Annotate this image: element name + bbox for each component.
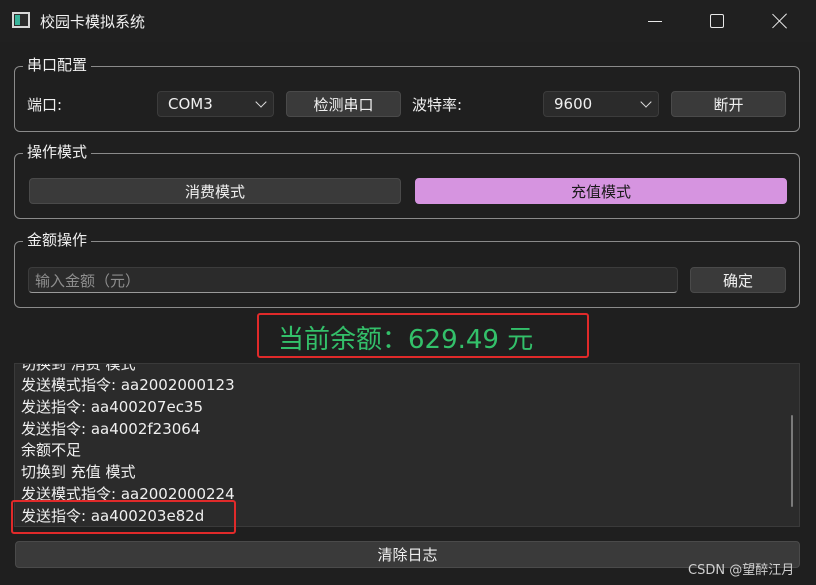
disconnect-button[interactable]: 断开 [671,91,786,117]
log-scrollbar[interactable] [791,415,793,507]
maximize-button[interactable] [694,0,740,42]
consume-mode-button[interactable]: 消费模式 [29,178,401,204]
baud-select-value: 9600 [554,95,593,113]
log-line: 发送模式指令: aa2002000123 [21,376,235,394]
log-line: 发送指令: aa400207ec35 [21,398,204,416]
balance-display: 当前余额：629.49 元 [278,325,534,355]
port-select[interactable]: COM3 [157,91,274,117]
port-select-value: COM3 [168,95,213,113]
port-label: 端口: [27,96,63,114]
baud-select[interactable]: 9600 [543,91,659,117]
window-title: 校园卡模拟系统 [40,13,146,31]
app-icon [12,12,30,28]
chevron-down-icon [255,96,267,108]
log-line: 切换到 充值 模式 [21,463,136,481]
amount-input[interactable]: 输入金额（元） [28,267,678,293]
log-line: 发送指令: aa4002f23064 [21,420,201,438]
serial-config-title: 串口配置 [23,54,92,75]
log-line: 余额不足 [21,441,82,459]
maximize-icon [710,14,724,28]
recharge-mode-button[interactable]: 充值模式 [415,178,787,204]
baud-label: 波特率: [412,96,463,114]
minimize-button[interactable] [632,0,678,42]
clear-log-button[interactable]: 清除日志 [15,541,800,568]
log-line: 切换到 消费 模式 [21,363,136,373]
operation-mode-title: 操作模式 [23,141,92,162]
title-bar: 校园卡模拟系统 [0,0,816,42]
close-icon [772,13,788,29]
watermark: CSDN @望醉江月 [688,563,795,578]
minimize-icon [648,20,662,22]
close-button[interactable] [757,0,803,42]
amount-operation-title: 金额操作 [23,229,92,250]
log-highlight-box [11,500,236,534]
detect-port-button[interactable]: 检测串口 [286,91,401,117]
confirm-button[interactable]: 确定 [690,267,786,293]
chevron-down-icon [640,96,652,108]
